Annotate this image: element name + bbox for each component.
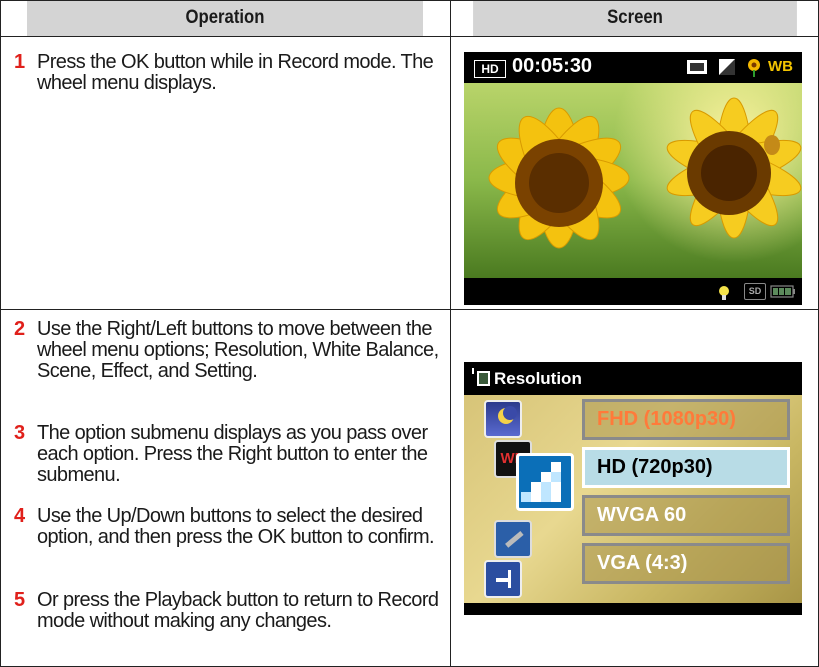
film-icon [496, 570, 511, 588]
step-5: 5 Or press the Playback button to return… [14, 590, 454, 632]
table-border-top [0, 0, 819, 1]
resolution-menu-screen: Resolution WB FHD (1080p30) HD (720p30) [464, 362, 802, 615]
step-1: 1 Press the OK button while in Record mo… [14, 52, 454, 94]
menu-title: Resolution [494, 369, 582, 388]
scene-flower-icon [748, 59, 760, 77]
step-3: 3 The option submenu displays as you pas… [14, 423, 454, 486]
option-hd-selected[interactable]: HD (720p30) [582, 447, 790, 488]
viewfinder-image [464, 83, 802, 278]
step-number: 1 [14, 51, 25, 73]
step-text: Use the Right/Left buttons to move betwe… [37, 318, 439, 382]
exposure-icon [719, 59, 735, 75]
white-balance-icon: WB [768, 58, 793, 75]
sd-card-icon: SD [744, 283, 766, 300]
battery-icon [770, 285, 795, 298]
step-text: Press the OK button while in Record mode… [37, 51, 434, 94]
header-divider [0, 36, 819, 37]
resolution-menu-icon[interactable] [516, 453, 574, 511]
menu-body: WB FHD (1080p30) HD (720p30) WVGA 60 VGA… [464, 395, 802, 603]
bottom-status-bar: SD [464, 278, 802, 305]
effect-icon[interactable] [484, 560, 522, 598]
step-4: 4 Use the Up/Down buttons to select the … [14, 506, 454, 548]
step-text: The option submenu displays as you pass … [37, 422, 428, 486]
scene-night-icon [484, 400, 522, 438]
sunflower-picture [488, 97, 802, 249]
record-time: 00:05:30 [512, 55, 593, 77]
table-border-left [0, 0, 1, 667]
row-divider [0, 309, 819, 310]
header-screen: Screen [473, 0, 797, 36]
status-bar: HD 00:05:30 WB [464, 52, 802, 83]
step-number: 4 [14, 505, 25, 527]
step-text: Use the Up/Down buttons to select the de… [37, 505, 435, 548]
hd-badge: HD [474, 60, 506, 78]
light-icon [719, 286, 729, 300]
resolution-icon [687, 60, 707, 74]
setting-icon[interactable] [494, 520, 532, 558]
step-number: 3 [14, 422, 25, 444]
step-2: 2 Use the Right/Left buttons to move bet… [14, 319, 454, 382]
record-mode-screen: HD 00:05:30 WB SD [464, 52, 802, 305]
option-wvga[interactable]: WVGA 60 [582, 495, 790, 536]
option-vga[interactable]: VGA (4:3) [582, 543, 790, 584]
step-number: 2 [14, 318, 25, 340]
option-fhd[interactable]: FHD (1080p30) [582, 399, 790, 440]
moon-icon [498, 406, 517, 424]
pixel-grid-icon [521, 462, 561, 502]
instruction-table: Operation Screen 1 Press the OK button w… [0, 0, 819, 667]
header-operation: Operation [27, 0, 423, 36]
step-text: Or press the Playback button to return t… [37, 589, 439, 632]
resolution-icon [472, 368, 490, 386]
wrench-icon [505, 531, 524, 548]
step-number: 5 [14, 589, 25, 611]
